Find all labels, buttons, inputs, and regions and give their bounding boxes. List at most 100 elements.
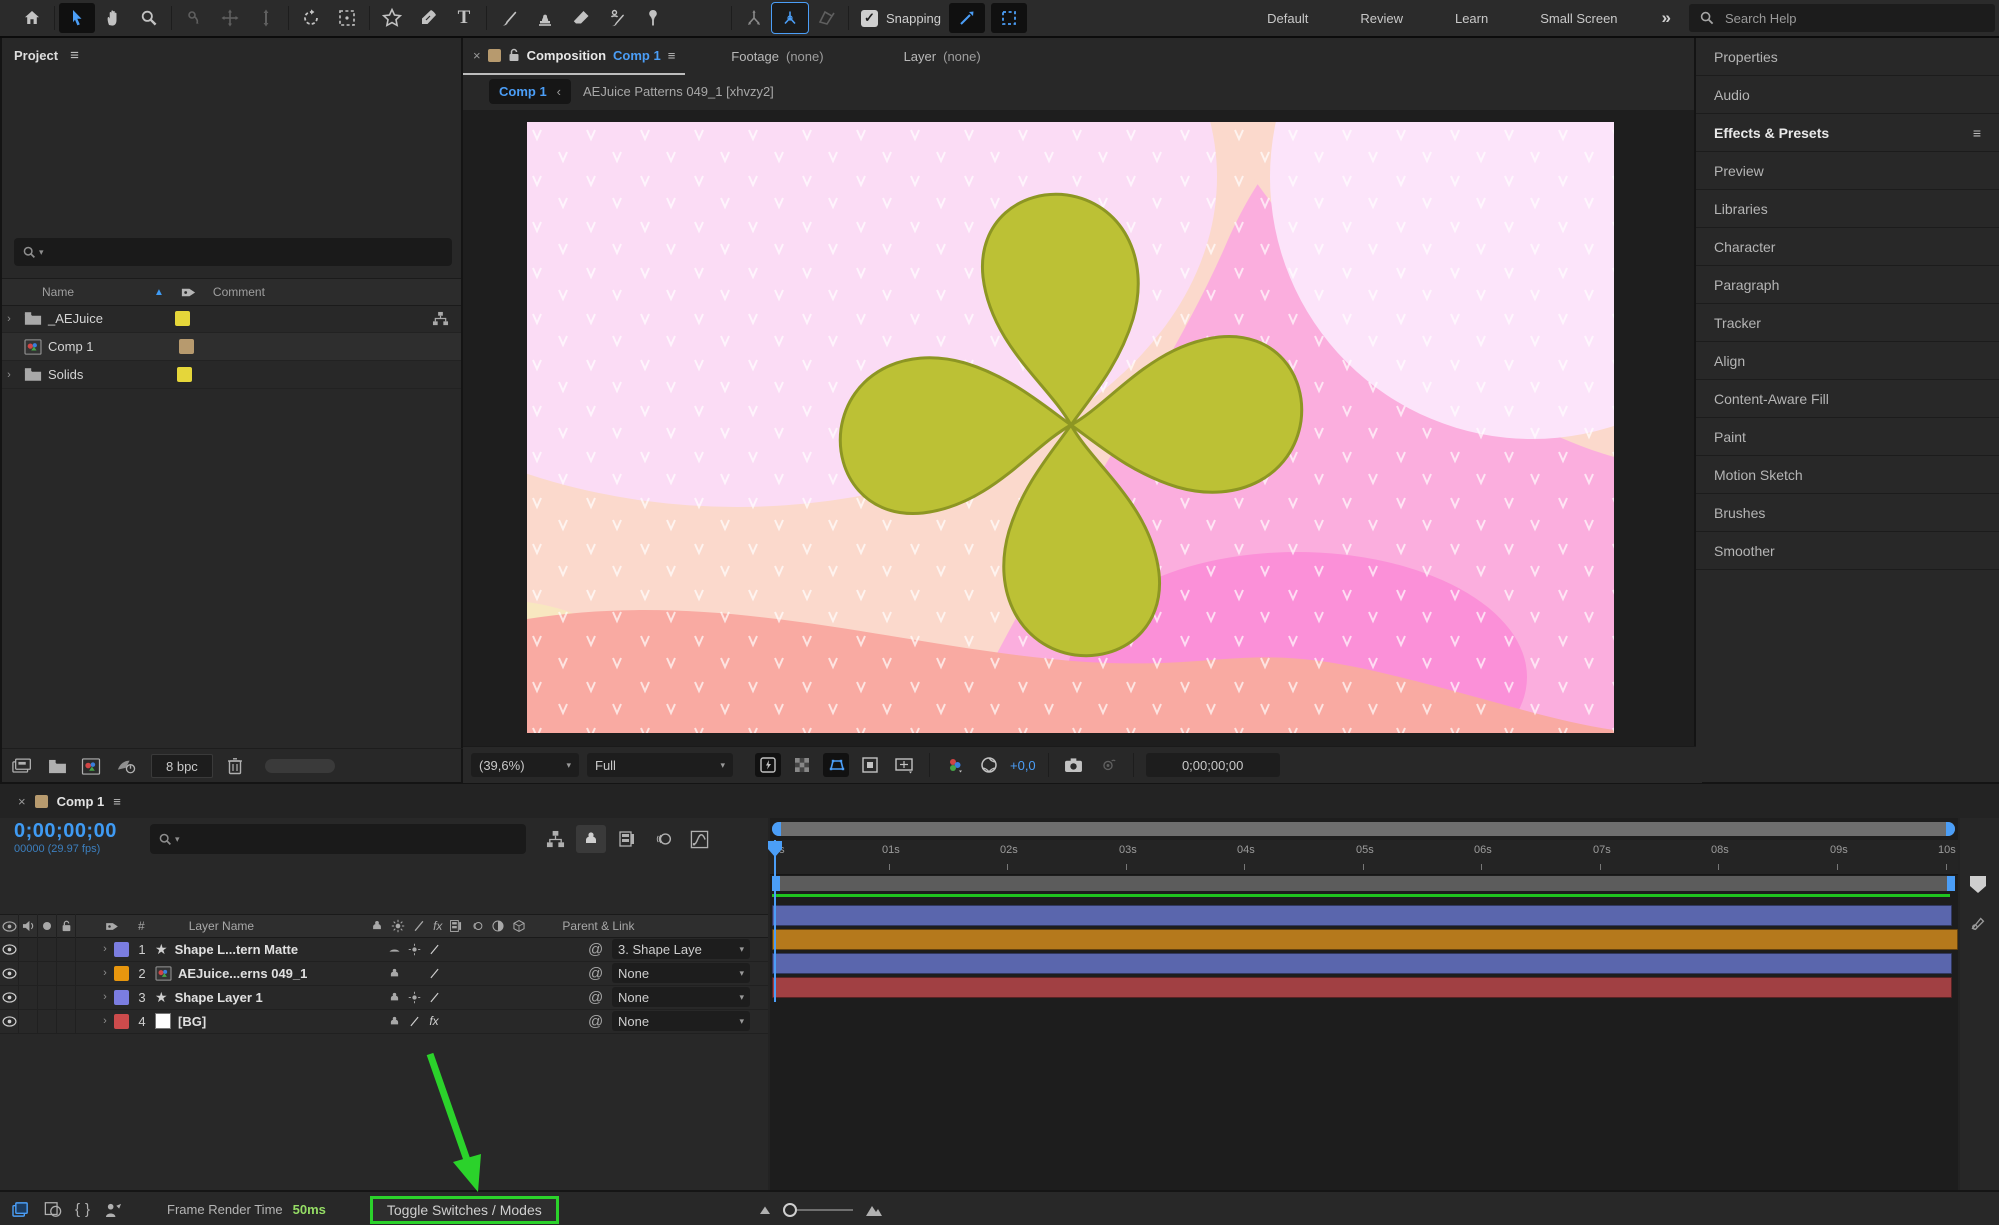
- breadcrumb[interactable]: Comp 1 ‹: [489, 78, 572, 104]
- close-icon[interactable]: ×: [18, 794, 26, 809]
- workspace-overflow-chevrons[interactable]: »: [1644, 8, 1689, 28]
- panel-tab-paint[interactable]: Paint: [1696, 418, 1999, 456]
- pan-camera-tool-icon[interactable]: [212, 3, 248, 33]
- interpret-footage-icon[interactable]: [12, 758, 34, 775]
- timeline-search-input[interactable]: ▾: [150, 824, 526, 854]
- expand-caret-icon[interactable]: ›: [98, 1015, 112, 1027]
- type-tool-icon[interactable]: T: [446, 3, 482, 33]
- panel-tab-effects-presets[interactable]: Effects & Presets ≡: [1696, 114, 1999, 152]
- tab-menu-icon[interactable]: ≡: [668, 48, 676, 63]
- frame-blending-icon[interactable]: [612, 825, 642, 853]
- eye-icon[interactable]: [1, 991, 17, 1003]
- pickwhip-icon[interactable]: @: [588, 1013, 603, 1030]
- bpc-button[interactable]: 8 bpc: [151, 754, 213, 778]
- layer-row-3[interactable]: › 3 ★ Shape Layer 1 @ None ▾: [0, 985, 768, 1010]
- work-area-bar[interactable]: [772, 876, 1955, 891]
- comp-button-icon[interactable]: [1969, 914, 1987, 932]
- help-search-input[interactable]: Search Help: [1689, 4, 1995, 32]
- layer-row-2[interactable]: › 2 AEJuice...erns 049_1 @ None ▾: [0, 961, 768, 986]
- eye-icon[interactable]: [1, 967, 17, 979]
- toggle-switches-modes-button[interactable]: Toggle Switches / Modes: [369, 1195, 559, 1224]
- panel-tab-smoother[interactable]: Smoother: [1696, 532, 1999, 570]
- puppet-pin-tool-icon[interactable]: [635, 3, 671, 33]
- pickwhip-icon[interactable]: @: [588, 941, 603, 958]
- snapping-checkbox[interactable]: ✓: [861, 9, 878, 27]
- workspace-tab-small-screen[interactable]: Small Screen: [1514, 11, 1643, 26]
- viewer-timecode[interactable]: 0;00;00;00: [1145, 753, 1280, 777]
- render-time-pane-icon[interactable]: [104, 1202, 123, 1218]
- close-icon[interactable]: ×: [473, 48, 481, 63]
- workspace-tab-review[interactable]: Review: [1334, 11, 1429, 26]
- tab-footage[interactable]: Footage (none): [721, 38, 833, 74]
- navigator-end-handle[interactable]: [1946, 822, 1955, 836]
- eraser-tool-icon[interactable]: [563, 3, 599, 33]
- navigator-start-handle[interactable]: [772, 822, 781, 836]
- view-layout-icon[interactable]: [891, 753, 917, 777]
- project-search-input[interactable]: ▾: [14, 238, 452, 266]
- snapping-toggle[interactable]: ✓ Snapping: [861, 9, 941, 27]
- snap-along-edges-icon[interactable]: [948, 3, 985, 33]
- layer-bar-4[interactable]: [772, 977, 1952, 998]
- tab-menu-icon[interactable]: ≡: [113, 794, 121, 809]
- eye-icon[interactable]: [1, 943, 17, 955]
- playhead-line[interactable]: [774, 840, 776, 1002]
- label-color-swatch[interactable]: [177, 367, 193, 382]
- workspace-tab-default[interactable]: Default: [1241, 11, 1334, 26]
- brush-tool-icon[interactable]: [491, 3, 527, 33]
- layer-name[interactable]: Shape Layer 1: [175, 990, 263, 1005]
- panel-tab-properties[interactable]: Properties: [1696, 38, 1999, 76]
- sort-ascending-icon[interactable]: ▲: [154, 287, 164, 298]
- shy-layers-icon[interactable]: [576, 825, 606, 853]
- expand-caret-icon[interactable]: ›: [98, 967, 112, 979]
- column-parent-link[interactable]: Parent & Link: [562, 919, 634, 933]
- breadcrumb-back-chevron[interactable]: ‹: [557, 84, 561, 99]
- eye-icon[interactable]: [1, 1015, 17, 1027]
- region-of-interest-icon[interactable]: [857, 753, 883, 777]
- column-layer-name[interactable]: Layer Name: [189, 919, 254, 933]
- mask-visibility-icon[interactable]: [823, 753, 849, 777]
- selection-tool-icon[interactable]: [59, 3, 95, 33]
- pickwhip-icon[interactable]: @: [588, 965, 603, 982]
- layer-row-4[interactable]: › 4 [BG] fx @ None ▾: [0, 1009, 768, 1034]
- layer-name[interactable]: AEJuice...erns 049_1: [178, 966, 307, 981]
- label-color-swatch[interactable]: [174, 311, 190, 326]
- panel-tab-libraries[interactable]: Libraries: [1696, 190, 1999, 228]
- comp-marker-icon[interactable]: [1968, 874, 1988, 894]
- work-area-end-handle[interactable]: [1947, 876, 1955, 891]
- panel-tab-motion-sketch[interactable]: Motion Sketch: [1696, 456, 1999, 494]
- expand-layer-switches-icon[interactable]: [12, 1201, 31, 1218]
- in-out-pane-icon[interactable]: { }: [75, 1201, 91, 1218]
- expand-caret-icon[interactable]: ›: [98, 943, 112, 955]
- horizontal-scrollbar-thumb[interactable]: [264, 759, 335, 773]
- viewer-canvas-area[interactable]: [463, 110, 1694, 746]
- hand-tool-icon[interactable]: [95, 3, 131, 33]
- zoom-tool-icon[interactable]: [131, 3, 167, 33]
- layer-bar-3[interactable]: [772, 953, 1952, 974]
- motion-blur-icon[interactable]: [648, 825, 678, 853]
- pickwhip-icon[interactable]: @: [588, 989, 603, 1006]
- render-engine-icon[interactable]: [115, 757, 137, 775]
- zoom-out-mountain-icon[interactable]: [759, 1205, 771, 1215]
- rotation-tool-icon[interactable]: [293, 3, 329, 33]
- layer-label-swatch[interactable]: [114, 965, 129, 981]
- snap-to-features-icon[interactable]: [990, 3, 1027, 33]
- panel-tab-preview[interactable]: Preview: [1696, 152, 1999, 190]
- layer-name[interactable]: [BG]: [178, 1014, 206, 1029]
- parent-dropdown[interactable]: None ▾: [612, 963, 750, 983]
- panel-tab-character[interactable]: Character: [1696, 228, 1999, 266]
- panel-menu-icon[interactable]: ≡: [1973, 125, 1981, 141]
- zoom-slider-knob[interactable]: [782, 1202, 797, 1217]
- project-column-comment[interactable]: Comment: [213, 285, 265, 299]
- parent-dropdown[interactable]: None ▾: [612, 987, 750, 1007]
- pen-tool-icon[interactable]: [410, 3, 446, 33]
- label-color-swatch[interactable]: [178, 339, 194, 354]
- playhead-handle[interactable]: [767, 840, 783, 858]
- tab-composition[interactable]: × Composition Comp 1 ≡: [463, 37, 686, 75]
- fast-previews-icon[interactable]: [755, 753, 781, 777]
- shape-tool-icon[interactable]: [374, 3, 410, 33]
- snapshot-icon[interactable]: [1061, 753, 1087, 777]
- layer-label-swatch[interactable]: [114, 1013, 129, 1029]
- time-navigator-bar[interactable]: [772, 822, 1955, 836]
- camera-roi-tool-icon[interactable]: [329, 3, 365, 33]
- clone-stamp-tool-icon[interactable]: [527, 3, 563, 33]
